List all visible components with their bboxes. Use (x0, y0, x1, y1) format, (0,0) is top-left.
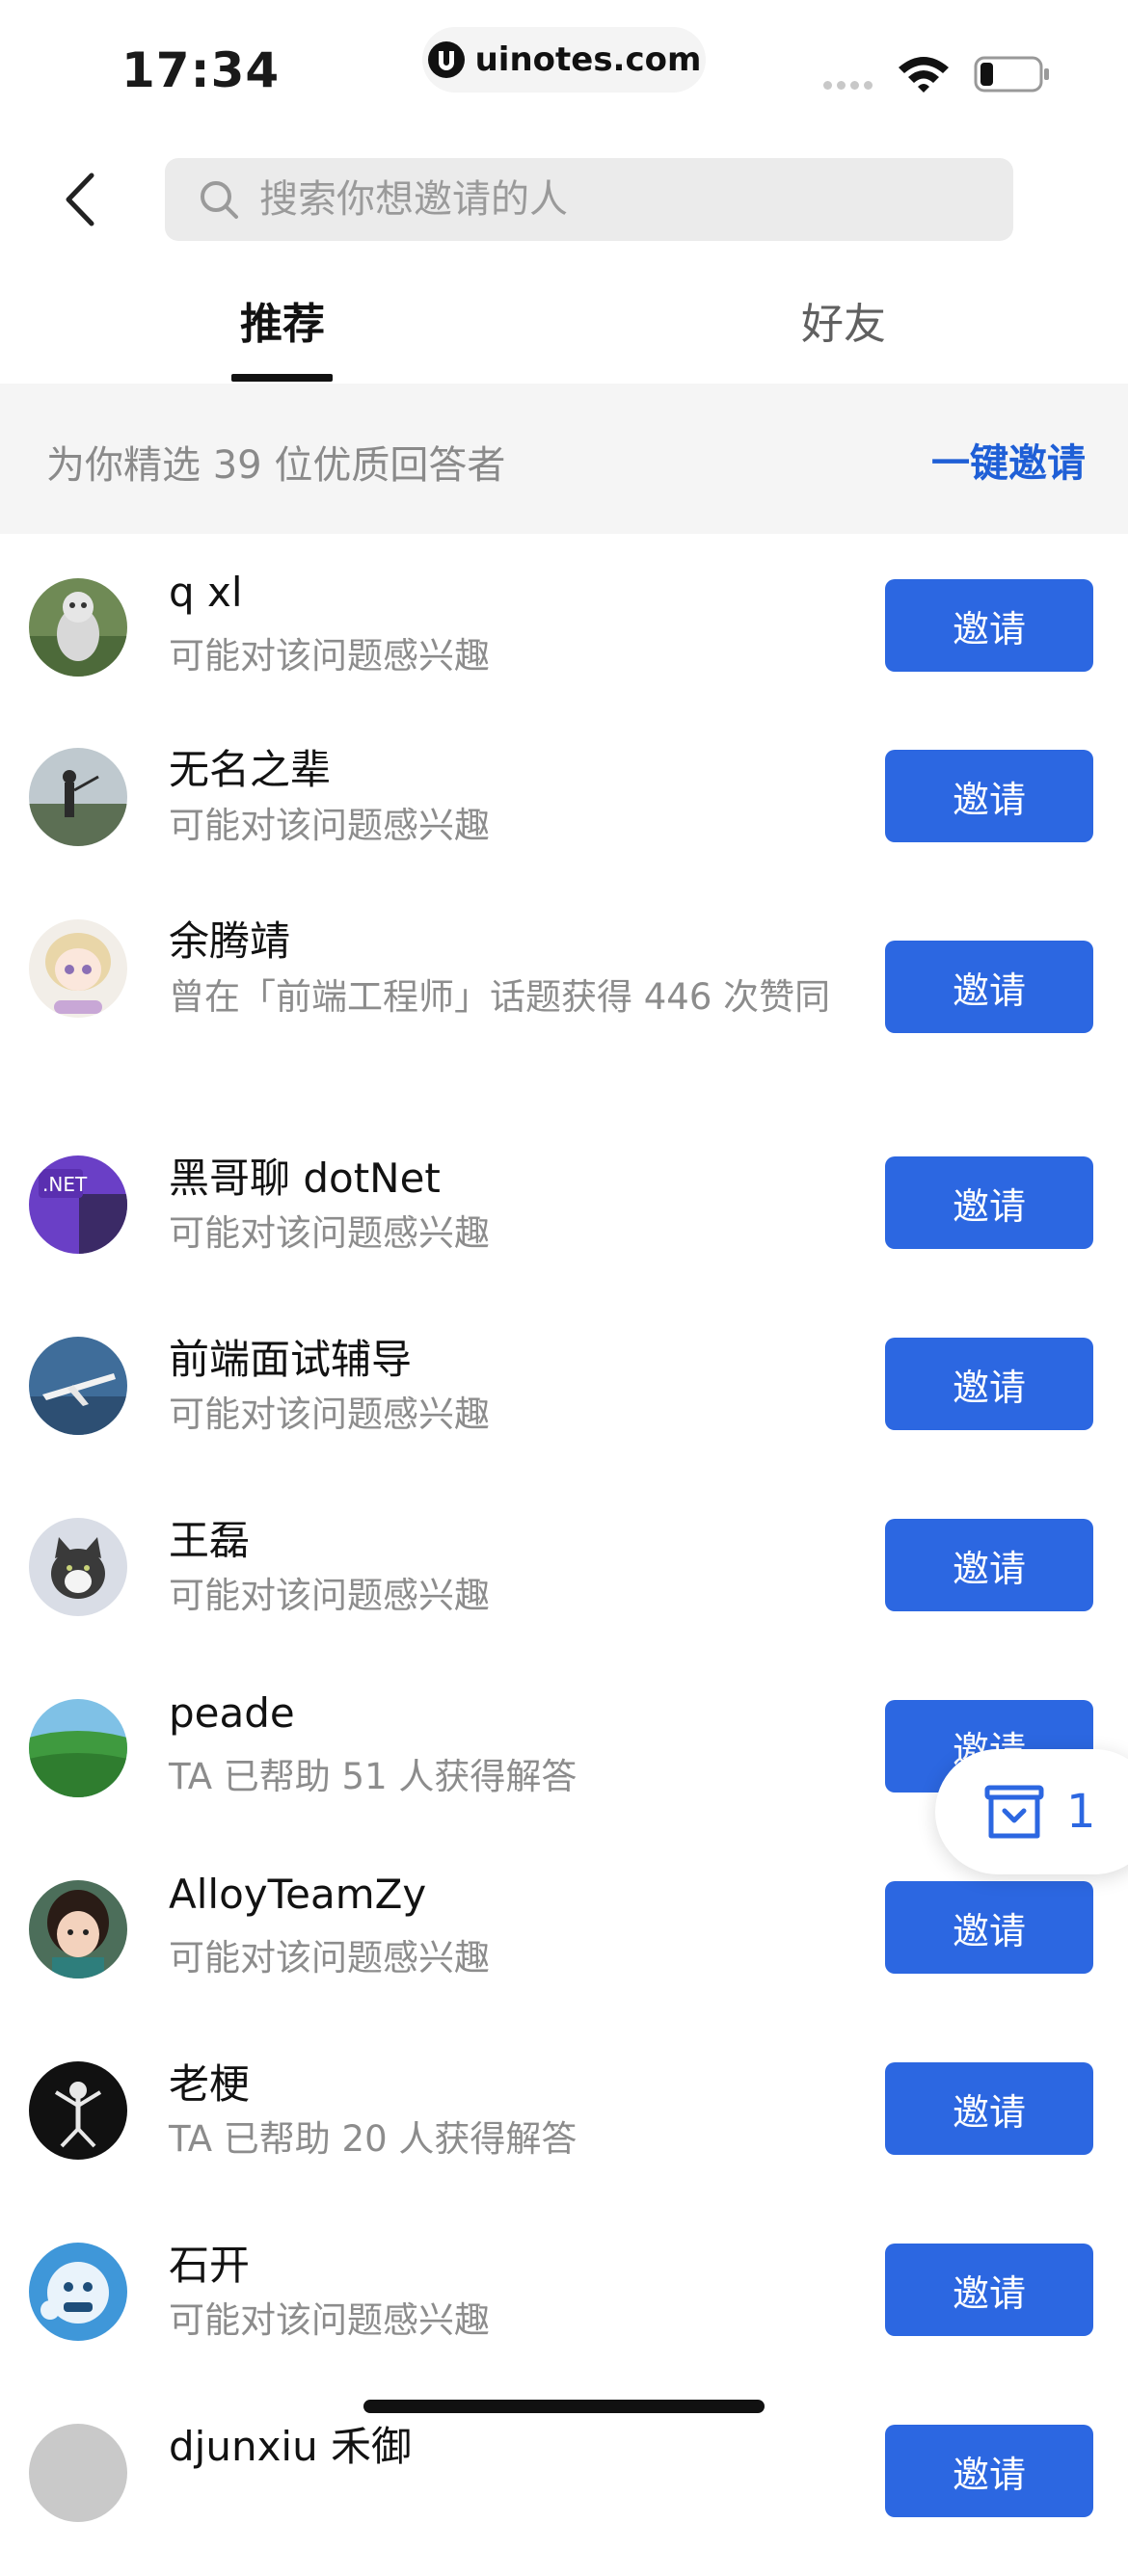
user-row[interactable]: 石开 可能对该问题感兴趣 邀请 (0, 2214, 1128, 2395)
wifi-icon (899, 57, 949, 93)
user-name: q xl (169, 569, 243, 616)
user-row[interactable]: 无名之辈 可能对该问题感兴趣 邀请 (0, 715, 1128, 896)
user-desc: 可能对该问题感兴趣 (169, 1212, 490, 1254)
avatar (29, 2061, 127, 2160)
avatar (29, 1337, 127, 1435)
banner-text: 为你精选 39 位优质回答者 (46, 443, 506, 488)
user-row[interactable]: AlloyTeamZy 可能对该问题感兴趣 邀请 (0, 1851, 1128, 2032)
invite-button[interactable]: 邀请 (885, 1156, 1093, 1249)
user-row[interactable]: 王磊 可能对该问题感兴趣 邀请 (0, 1489, 1128, 1670)
user-desc: 可能对该问题感兴趣 (169, 1394, 490, 1435)
search-bar[interactable] (165, 158, 1013, 241)
user-desc: 可能对该问题感兴趣 (169, 635, 490, 677)
invite-button[interactable]: 邀请 (885, 1519, 1093, 1611)
url-text: uinotes.com (474, 40, 702, 79)
status-bar: 17:34 uinotes.com (0, 0, 1128, 135)
avatar (29, 919, 127, 1018)
avatar (29, 578, 127, 677)
user-desc: 可能对该问题感兴趣 (169, 1937, 490, 1978)
user-name: AlloyTeamZy (169, 1871, 427, 1918)
user-row[interactable]: q xl 可能对该问题感兴趣 邀请 (0, 534, 1128, 715)
user-desc: 曾在「前端工程师」话题获得 446 次赞同 (169, 976, 831, 1018)
avatar (29, 748, 127, 846)
user-desc: TA 已帮助 51 人获得解答 (169, 1756, 577, 1797)
user-list: q xl 可能对该问题感兴趣 邀请 无名之辈 可能对该问题感兴趣 邀请 余腾靖 … (0, 534, 1128, 2576)
user-desc: 可能对该问题感兴趣 (169, 1575, 490, 1616)
url-pill[interactable]: uinotes.com (422, 27, 706, 93)
avatar (29, 2243, 127, 2341)
user-row[interactable]: 前端面试辅导 可能对该问题感兴趣 邀请 (0, 1308, 1128, 1489)
invite-button[interactable]: 邀请 (885, 2062, 1093, 2155)
invite-button[interactable]: 邀请 (885, 2425, 1093, 2517)
invite-button[interactable]: 邀请 (885, 941, 1093, 1033)
user-name: 黑哥聊 dotNet (169, 1155, 441, 1202)
user-name: 余腾靖 (169, 917, 291, 965)
avatar (29, 1518, 127, 1616)
user-name: 王磊 (169, 1517, 251, 1564)
user-desc: 可能对该问题感兴趣 (169, 805, 490, 846)
user-name: djunxiu 禾御 (169, 2423, 413, 2470)
avatar (29, 1699, 127, 1797)
avatar: .NET (29, 1155, 127, 1254)
user-row[interactable]: 老梗 TA 已帮助 20 人获得解答 邀请 (0, 2032, 1128, 2214)
battery-icon (974, 56, 1049, 93)
invited-counter-button[interactable]: 1 (935, 1749, 1128, 1874)
site-logo-icon (427, 41, 465, 78)
user-row[interactable]: .NET 黑哥聊 dotNet 可能对该问题感兴趣 邀请 (0, 1127, 1128, 1308)
user-name: 老梗 (169, 2060, 251, 2108)
search-input[interactable] (257, 176, 1013, 223)
active-tab-indicator (231, 374, 333, 382)
tab-recommend[interactable]: 推荐 (229, 289, 336, 351)
recommend-banner: 为你精选 39 位优质回答者 一键邀请 (0, 384, 1128, 534)
invite-button[interactable]: 邀请 (885, 1881, 1093, 1974)
inbox-icon (984, 1785, 1044, 1839)
user-desc: TA 已帮助 20 人获得解答 (169, 2118, 577, 2160)
user-row[interactable]: 余腾靖 曾在「前端工程师」话题获得 446 次赞同 邀请 (0, 896, 1128, 1127)
invite-button[interactable]: 邀请 (885, 2244, 1093, 2336)
invite-button[interactable]: 邀请 (885, 750, 1093, 842)
status-time: 17:34 (121, 42, 281, 98)
user-name: peade (169, 1689, 295, 1737)
cellular-signal-icon (823, 81, 873, 90)
user-name: 石开 (169, 2242, 251, 2289)
invite-button[interactable]: 邀请 (885, 579, 1093, 672)
chevron-left-icon (66, 173, 94, 226)
user-name: 无名之辈 (169, 746, 332, 793)
user-name: 前端面试辅导 (169, 1336, 413, 1383)
avatar (29, 1880, 127, 1978)
avatar (29, 2424, 127, 2522)
invite-button[interactable]: 邀请 (885, 1338, 1093, 1430)
tab-friends[interactable]: 好友 (791, 289, 897, 351)
back-button[interactable] (50, 166, 108, 233)
search-icon (201, 181, 238, 219)
user-row[interactable]: djunxiu 禾御 邀请 (0, 2395, 1128, 2576)
invited-count: 1 (1066, 1785, 1096, 1839)
user-desc: 可能对该问题感兴趣 (169, 2299, 490, 2341)
home-indicator (363, 2400, 765, 2413)
tab-bar: 推荐 好友 (0, 270, 1128, 384)
invite-all-button[interactable]: 一键邀请 (931, 432, 1086, 488)
svg-text:.NET: .NET (42, 1173, 88, 1196)
